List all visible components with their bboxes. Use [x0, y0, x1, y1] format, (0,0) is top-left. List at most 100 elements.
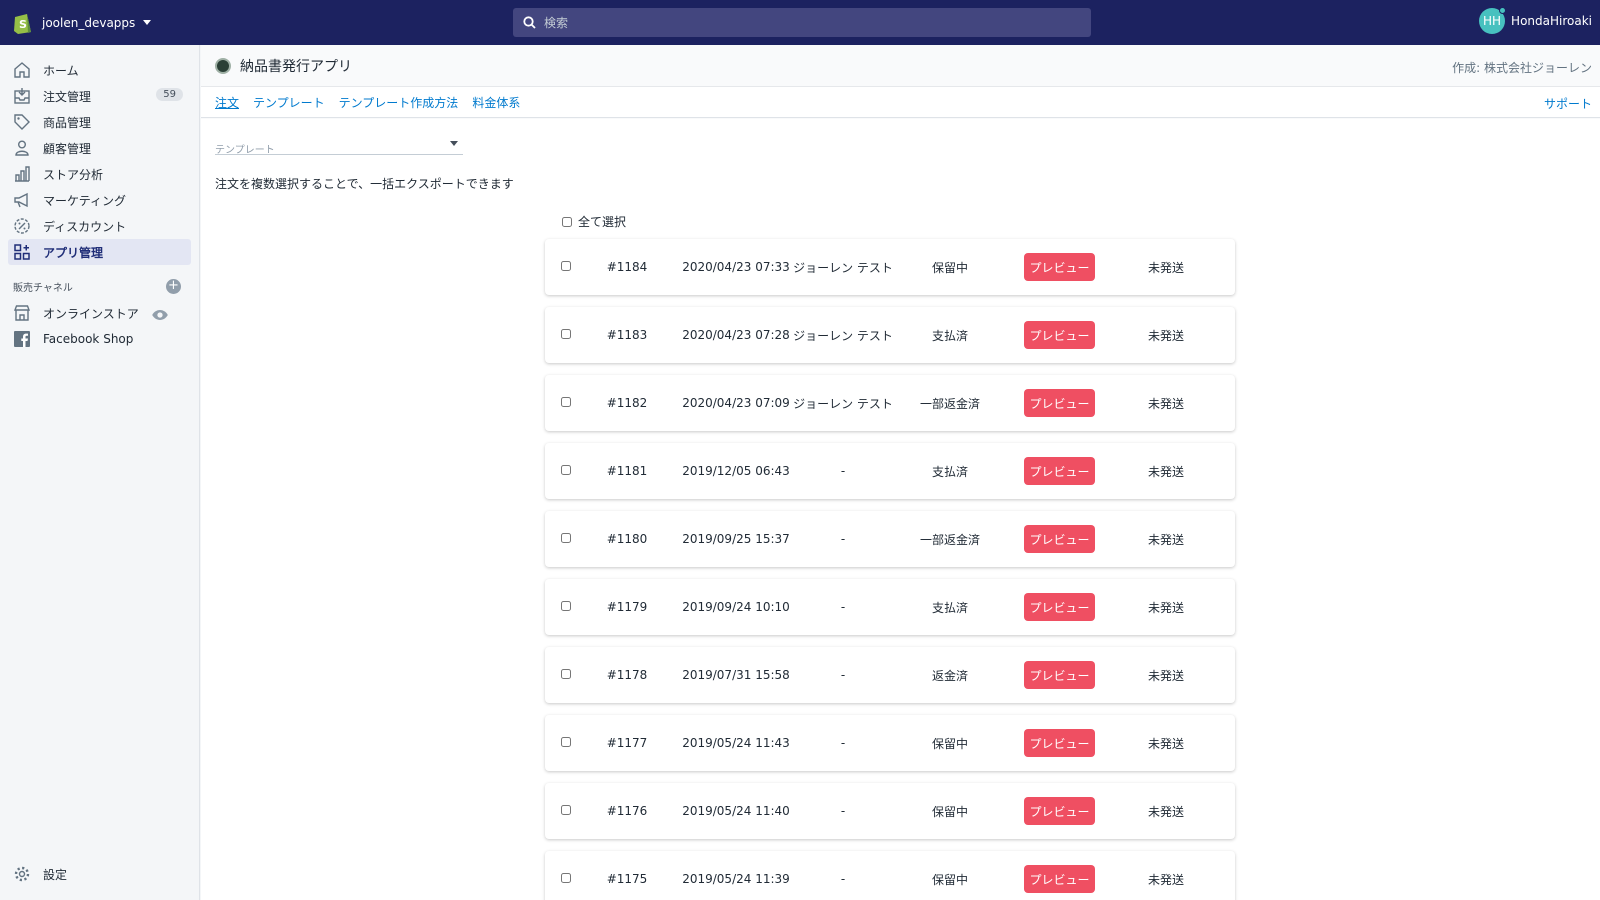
order-checkbox[interactable]	[561, 601, 571, 611]
fulfillment-status: 未発送	[1147, 532, 1184, 547]
order-checkbox[interactable]	[561, 397, 571, 407]
search-input[interactable]: 検索	[513, 8, 1091, 37]
search-placeholder: 検索	[544, 16, 569, 30]
order-checkbox[interactable]	[561, 737, 571, 747]
sidebar-item-marketing[interactable]: マーケティング	[8, 187, 191, 213]
order-customer: -	[840, 804, 846, 818]
page-title: 納品書発行アプリ	[240, 58, 352, 75]
sidebar-item-customers[interactable]: 顧客管理	[8, 135, 191, 161]
preview-button[interactable]: プレビュー	[1024, 525, 1095, 553]
order-checkbox[interactable]	[561, 669, 571, 679]
tab-templates[interactable]: テンプレート	[253, 94, 325, 111]
order-row[interactable]: #1175 2019/05/24 11:39 - 保留中 プレビュー 未発送	[545, 851, 1235, 900]
order-number: #1183	[606, 328, 648, 342]
order-date: 2020/04/23 07:09	[682, 396, 790, 410]
orders-count-badge: 59	[156, 88, 183, 101]
fulfillment-status: 未発送	[1147, 736, 1184, 751]
payment-status: 保留中	[931, 804, 968, 819]
order-customer: -	[840, 532, 846, 546]
sidebar-item-online-store[interactable]: オンラインストア	[8, 300, 191, 326]
order-row[interactable]: #1184 2020/04/23 07:33 ジョーレン テスト 保留中 プレビュー 未発…	[545, 239, 1235, 295]
order-number: #1184	[606, 260, 648, 274]
order-customer: -	[840, 464, 846, 478]
fulfillment-status: 未発送	[1147, 804, 1184, 819]
order-checkbox[interactable]	[561, 465, 571, 475]
order-number: #1176	[606, 804, 648, 818]
order-checkbox[interactable]	[561, 261, 571, 271]
eye-icon[interactable]	[151, 306, 169, 324]
sidebar-item-discounts[interactable]: ディスカウント	[8, 213, 191, 239]
payment-status: 支払済	[931, 464, 968, 479]
sidebar-item-apps[interactable]: アプリ管理	[8, 239, 191, 265]
order-checkbox[interactable]	[561, 533, 571, 543]
order-checkbox[interactable]	[561, 329, 571, 339]
sidebar-item-settings[interactable]: 設定	[8, 861, 192, 887]
sidebar-item-label: ディスカウント	[43, 219, 127, 234]
apps-icon	[14, 244, 30, 260]
add-channel-icon[interactable]: +	[166, 279, 181, 294]
order-row[interactable]: #1176 2019/05/24 11:40 - 保留中 プレビュー 未発送	[545, 783, 1235, 839]
order-row[interactable]: #1182 2020/04/23 07:09 ジョーレン テスト 一部返金済 プレビュー…	[545, 375, 1235, 431]
sidebar-item-orders[interactable]: 注文管理 59	[8, 83, 191, 109]
sales-channels-heading: 販売チャネル +	[13, 279, 181, 294]
facebook-icon	[14, 331, 30, 347]
notification-dot-icon	[1499, 7, 1507, 14]
preview-button[interactable]: プレビュー	[1024, 865, 1095, 893]
sidebar-item-label: Facebook Shop	[43, 332, 134, 346]
sidebar-item-home[interactable]: ホーム	[8, 57, 191, 83]
order-row[interactable]: #1181 2019/12/05 06:43 - 支払済 プレビュー 未発送	[545, 443, 1235, 499]
order-number: #1181	[606, 464, 648, 478]
chevron-down-icon	[450, 141, 458, 146]
megaphone-icon	[14, 192, 28, 208]
preview-button[interactable]: プレビュー	[1024, 593, 1095, 621]
preview-button[interactable]: プレビュー	[1024, 661, 1095, 689]
select-all[interactable]: 全て選択	[562, 213, 626, 230]
app-tabs: 注文 テンプレート テンプレート作成方法 料金体系	[201, 87, 1600, 118]
order-row[interactable]: #1178 2019/07/31 15:58 - 返金済 プレビュー 未発送	[545, 647, 1235, 703]
tab-orders[interactable]: 注文	[215, 94, 239, 111]
preview-button[interactable]: プレビュー	[1024, 253, 1095, 281]
discount-icon	[14, 218, 30, 234]
preview-button[interactable]: プレビュー	[1024, 797, 1095, 825]
order-row[interactable]: #1179 2019/09/24 10:10 - 支払済 プレビュー 未発送	[545, 579, 1235, 635]
preview-button[interactable]: プレビュー	[1024, 729, 1095, 757]
preview-button[interactable]: プレビュー	[1024, 457, 1095, 485]
sidebar-item-label: 注文管理	[43, 89, 92, 104]
order-number: #1178	[606, 668, 648, 682]
order-customer: ジョーレン テスト	[793, 396, 893, 411]
payment-status: 保留中	[931, 736, 968, 751]
order-checkbox[interactable]	[561, 873, 571, 883]
order-checkbox[interactable]	[561, 805, 571, 815]
order-customer: -	[840, 872, 846, 886]
shopify-logo-icon: S	[14, 13, 31, 34]
payment-status: 一部返金済	[919, 396, 980, 411]
order-row[interactable]: #1177 2019/05/24 11:43 - 保留中 プレビュー 未発送	[545, 715, 1235, 771]
app-logo-icon	[215, 57, 231, 74]
order-row[interactable]: #1180 2019/09/25 15:37 - 一部返金済 プレビュー 未発送	[545, 511, 1235, 567]
fulfillment-status: 未発送	[1147, 464, 1184, 479]
select-all-checkbox[interactable]	[562, 216, 572, 227]
user-name: HondaHiroaki	[1511, 14, 1592, 28]
order-number: #1180	[606, 532, 648, 546]
sidebar-item-products[interactable]: 商品管理	[8, 109, 191, 135]
fulfillment-status: 未発送	[1147, 872, 1184, 887]
user-menu[interactable]: HH HondaHiroaki	[1479, 7, 1592, 34]
sidebar-item-analytics[interactable]: ストア分析	[8, 161, 191, 187]
order-number: #1179	[606, 600, 648, 614]
sidebar-item-facebook-shop[interactable]: Facebook Shop	[8, 326, 191, 352]
sidebar-item-label: 顧客管理	[43, 141, 92, 156]
order-date: 2019/09/25 15:37	[682, 532, 790, 546]
preview-button[interactable]: プレビュー	[1024, 321, 1095, 349]
store-switcher[interactable]: S joolen_devapps	[0, 11, 200, 35]
sidebar-item-label: 設定	[43, 867, 68, 882]
payment-status: 支払済	[931, 328, 968, 343]
preview-button[interactable]: プレビュー	[1024, 389, 1095, 417]
tab-pricing[interactable]: 料金体系	[472, 94, 520, 111]
order-row[interactable]: #1183 2020/04/23 07:28 ジョーレン テスト 支払済 プレビュー 未発…	[545, 307, 1235, 363]
tab-template-guide[interactable]: テンプレート作成方法	[339, 94, 459, 111]
fulfillment-status: 未発送	[1147, 328, 1184, 343]
payment-status: 支払済	[931, 600, 968, 615]
support-link[interactable]: サポート	[1544, 95, 1592, 112]
app-header: 納品書発行アプリ	[201, 45, 1600, 87]
template-select[interactable]: テンプレート	[215, 139, 463, 156]
